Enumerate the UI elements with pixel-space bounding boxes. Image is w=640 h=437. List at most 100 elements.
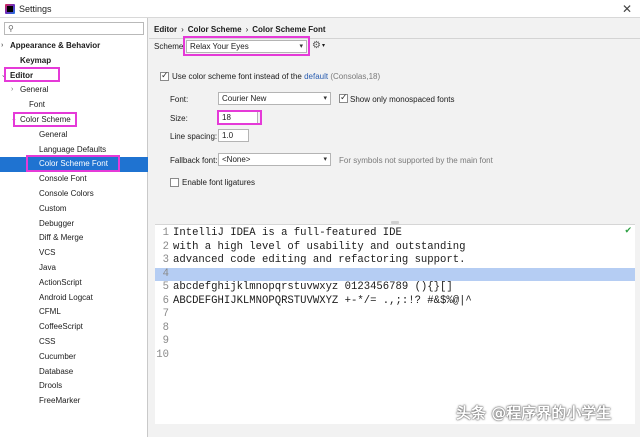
sidebar-item-label: Debugger <box>39 218 75 228</box>
code-line[interactable]: 4 <box>155 267 635 281</box>
sidebar-item-diff-merge[interactable]: Diff & Merge <box>0 231 148 246</box>
sidebar-item-css[interactable]: CSS <box>0 335 148 350</box>
code-line[interactable]: 3 advanced code editing and refactoring s… <box>155 254 635 268</box>
sidebar-item-label: Color Scheme Font <box>39 159 108 169</box>
watermark: 头条 @程序界的小学生 <box>456 404 612 422</box>
chevron-down-icon: ▾ <box>323 95 327 102</box>
code-line[interactable]: 2 with a high level of usability and outs… <box>155 241 635 255</box>
settings-search[interactable]: ⚲ <box>4 22 144 35</box>
sidebar-item-label: CSS <box>39 336 56 346</box>
settings-tree: › Appearance & Behavior Keymap ⌄ Editor › Gene… <box>0 39 148 409</box>
chevron-down-icon: ▾ <box>323 156 327 163</box>
sidebar-item-console-colors[interactable]: Console Colors <box>0 187 148 202</box>
scheme-select[interactable]: Relax Your Eyes ▾ <box>186 40 307 53</box>
ligatures-checkbox[interactable] <box>170 178 179 187</box>
code-line[interactable]: 6 ABCDEFGHIJKLMNOPQRSTUVWXYZ +-*/= .,;:!?… <box>155 295 635 309</box>
fallback-font-label: Fallback font: <box>170 156 218 165</box>
sidebar-item-custom[interactable]: Custom <box>0 202 148 217</box>
sidebar-item-label: General <box>20 85 49 95</box>
sidebar-item-cfml[interactable]: CFML <box>0 305 148 320</box>
chevron-right-icon[interactable]: › <box>11 83 13 98</box>
code-line[interactable]: 1 IntelliJ IDEA is a full-featured IDE <box>155 227 635 241</box>
line-number: 8 <box>162 321 169 334</box>
title-bar: Settings ✕ <box>0 0 640 18</box>
default-font-info: (Consolas,18) <box>330 72 381 81</box>
monospaced-checkbox[interactable]: ✓ <box>339 92 348 103</box>
sidebar-item-debugger[interactable]: Debugger <box>0 217 148 232</box>
sidebar-item-font[interactable]: Font <box>0 98 148 113</box>
fallback-font-hint: For symbols not supported by the main fo… <box>339 156 493 165</box>
sidebar-item-label: General <box>39 129 68 139</box>
sidebar-item-label: FreeMarker <box>39 396 81 406</box>
window-title: Settings <box>19 3 52 14</box>
default-font-link[interactable]: default <box>304 72 328 81</box>
code-text: abcdefghijklmnopqrstuvwxyz 0123456789 ()… <box>173 281 453 293</box>
use-scheme-font-checkbox[interactable]: ✓ <box>160 70 169 81</box>
code-line[interactable]: 5 abcdefghijklmnopqrstuvwxyz 0123456789 (… <box>155 281 635 295</box>
chevron-down-icon: ▾ <box>299 43 303 50</box>
sidebar-item-label: VCS <box>39 248 56 258</box>
code-line[interactable]: 10 <box>155 349 635 363</box>
fallback-font-select[interactable]: <None> ▾ <box>218 153 331 166</box>
code-line[interactable]: 8 <box>155 322 635 336</box>
line-number: 7 <box>162 308 169 320</box>
close-icon[interactable]: ✕ <box>622 2 632 16</box>
sidebar-item-label: Custom <box>39 203 67 213</box>
sidebar-item-general[interactable]: General <box>0 128 148 143</box>
sidebar-item-label: Language Defaults <box>39 144 107 154</box>
line-number: 2 <box>162 240 169 253</box>
sidebar-item-actionscript[interactable]: ActionScript <box>0 276 148 291</box>
sidebar-item-language-defaults[interactable]: Language Defaults <box>0 143 148 158</box>
scheme-label: Scheme: <box>154 42 186 51</box>
check-icon: ✓ <box>161 70 169 80</box>
breadcrumb-separator: › <box>181 25 184 34</box>
gear-dropdown-icon[interactable]: ▾ <box>322 42 325 49</box>
ligatures-label: Enable font ligatures <box>182 178 255 187</box>
sidebar-item-drools[interactable]: Drools <box>0 379 148 394</box>
sidebar-item-color-scheme[interactable]: ⌄ Color Scheme <box>0 113 148 128</box>
font-select[interactable]: Courier New ▾ <box>218 92 331 105</box>
code-line[interactable]: 7 <box>155 308 635 322</box>
sidebar-item-label: Database <box>39 366 74 376</box>
sidebar-item-keymap[interactable]: Keymap <box>0 54 148 69</box>
code-line[interactable]: 9 <box>155 335 635 349</box>
sidebar-item-label: Font <box>29 100 46 110</box>
sidebar-item-color-scheme-font[interactable]: Color Scheme Font <box>0 157 148 173</box>
sidebar-item-vcs[interactable]: VCS <box>0 246 148 261</box>
font-preview-editor[interactable]: ✔ 1 IntelliJ IDEA is a full-featured IDE 2… <box>155 224 635 424</box>
breadcrumb-separator: › <box>245 25 249 34</box>
breadcrumb-editor: Editor <box>154 25 178 34</box>
sidebar-item-label: Android Logcat <box>39 292 93 302</box>
gear-icon[interactable]: ⚙ <box>312 40 321 51</box>
sidebar-item-appearance-behavior[interactable]: › Appearance & Behavior <box>0 39 148 54</box>
sidebar-item-cucumber[interactable]: Cucumber <box>0 350 148 365</box>
sidebar-item-database[interactable]: Database <box>0 365 148 380</box>
sidebar-item-coffeescript[interactable]: CoffeeScript <box>0 320 148 335</box>
chevron-right-icon[interactable]: › <box>1 39 3 54</box>
code-text: with a high level of usability and outst… <box>173 240 466 253</box>
sidebar-item-label: ActionScript <box>39 277 82 287</box>
sidebar-item-java[interactable]: Java <box>0 261 148 276</box>
sidebar-item-editor[interactable]: ⌄ Editor <box>0 69 148 84</box>
monospaced-label: Show only monospaced fonts <box>350 95 455 104</box>
sidebar-item-label: Color Scheme <box>20 114 71 124</box>
sidebar-item-android-logcat[interactable]: Android Logcat <box>0 291 148 306</box>
sidebar-item-label: Cucumber <box>39 351 76 361</box>
chevron-down-icon[interactable]: ⌄ <box>11 113 17 128</box>
sidebar-item-label: Diff & Merge <box>39 233 84 243</box>
breadcrumb: Editor › Color Scheme › Color Scheme Font <box>154 25 326 34</box>
size-input[interactable]: 18 <box>218 111 258 124</box>
intellij-app-icon <box>5 3 15 14</box>
search-input[interactable] <box>21 24 141 34</box>
line-spacing-input[interactable]: 1.0 <box>218 129 249 142</box>
sidebar-item-general[interactable]: › General <box>0 83 148 98</box>
sidebar-item-freemarker[interactable]: FreeMarker <box>0 394 148 409</box>
chevron-down-icon[interactable]: ⌄ <box>1 69 7 84</box>
font-value: Courier New <box>222 94 267 103</box>
line-number: 9 <box>162 335 169 347</box>
use-scheme-font-label: Use color scheme font instead of the def… <box>172 72 380 81</box>
sidebar-item-console-font[interactable]: Console Font <box>0 172 148 187</box>
sidebar-item-label: Java <box>39 262 56 272</box>
sidebar-item-label: Keymap <box>20 55 52 65</box>
sidebar-item-label: Console Colors <box>39 188 94 198</box>
